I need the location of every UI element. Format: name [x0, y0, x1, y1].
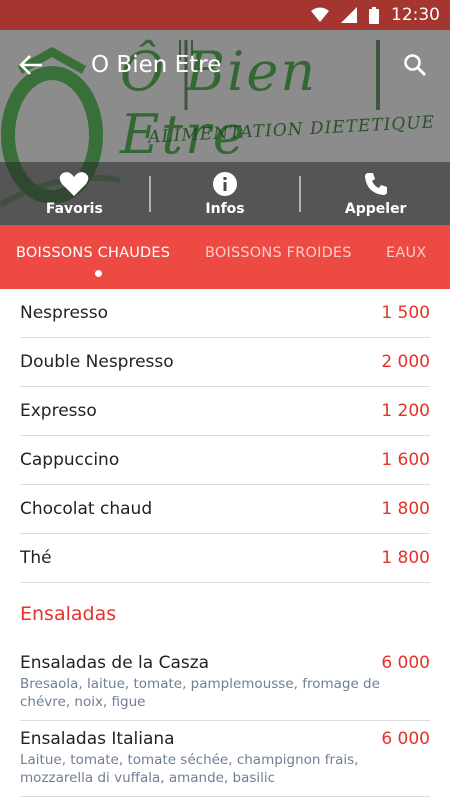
action-bar: Favoris Infos Appeler	[0, 162, 450, 225]
item-price: 1 800	[381, 499, 430, 519]
tab-eaux[interactable]: EAUX	[386, 245, 426, 261]
section-title: Ensaladas	[20, 603, 117, 625]
menu-item[interactable]: Double Nespresso 2 000	[20, 338, 430, 387]
item-description: chévre, noix, figue	[20, 694, 146, 710]
tab-boissons-froides[interactable]: BOISSONS FROIDES	[205, 245, 352, 261]
favorites-label: Favoris	[45, 200, 103, 217]
menu-item[interactable]: Ensaladas Italiana 6 000 Laitue, tomate,…	[20, 721, 430, 797]
item-name: Nespresso	[20, 303, 109, 323]
favorites-button[interactable]: Favoris	[0, 162, 149, 225]
status-bar: 12:30	[0, 0, 450, 30]
menu-list: Nespresso 1 500 Double Nespresso 2 000 E…	[0, 289, 450, 800]
item-description: Laitue, tomate, tomate séchée, champigno…	[20, 752, 359, 768]
signal-icon	[341, 7, 357, 23]
menu-item[interactable]: Ensaladas de la Casza 6 000 Bresaola, la…	[20, 645, 430, 721]
battery-icon	[369, 6, 379, 24]
menu-item[interactable]: Nespresso 1 500	[20, 289, 430, 338]
phone-icon	[364, 172, 387, 195]
menu-item[interactable]: Expresso 1 200	[20, 387, 430, 436]
category-tabs: BOISSONS CHAUDES BOISSONS FROIDES EAUX	[0, 225, 450, 289]
menu-item[interactable]: Cappuccino 1 600	[20, 436, 430, 485]
menu-item[interactable]: Chocolat chaud 1 800	[20, 485, 430, 534]
wifi-icon	[311, 7, 329, 22]
item-name: Thé	[20, 548, 52, 568]
item-description: Bresaola, laitue, tomate, pamplemousse, …	[20, 676, 380, 692]
info-icon	[213, 171, 237, 196]
item-price: 2 000	[381, 352, 430, 372]
info-label: Infos	[205, 200, 245, 217]
item-price: 6 000	[381, 653, 430, 673]
call-label: Appeler	[344, 200, 407, 217]
tab-boissons-chaudes[interactable]: BOISSONS CHAUDES	[16, 245, 170, 261]
item-name: Cappuccino	[20, 450, 120, 470]
item-name: Ensaladas Italiana	[20, 729, 175, 749]
item-name: Chocolat chaud	[20, 499, 153, 519]
toolbar: O Bien Etre	[0, 30, 450, 100]
info-button[interactable]: Infos	[151, 162, 300, 225]
item-price: 1 200	[381, 401, 430, 421]
item-name: Expresso	[20, 401, 97, 421]
item-name: Double Nespresso	[20, 352, 174, 372]
status-time: 12:30	[391, 5, 440, 25]
status-icons: 12:30	[311, 0, 440, 30]
call-button[interactable]: Appeler	[301, 162, 450, 225]
search-button[interactable]	[398, 48, 432, 82]
item-price: 1 800	[381, 548, 430, 568]
active-tab-indicator	[95, 270, 102, 277]
page-title: O Bien Etre	[91, 52, 222, 78]
menu-item[interactable]: Thé 1 800	[20, 534, 430, 583]
item-price: 6 000	[381, 729, 430, 749]
item-name: Ensaladas de la Casza	[20, 653, 210, 673]
item-price: 1 600	[381, 450, 430, 470]
back-button[interactable]	[14, 48, 48, 82]
heart-icon	[60, 171, 89, 196]
search-icon	[404, 54, 426, 76]
item-price: 1 500	[381, 303, 430, 323]
item-description: mozzarella di vuffala, amande, basilic	[20, 770, 276, 786]
arrow-left-icon	[19, 55, 42, 75]
